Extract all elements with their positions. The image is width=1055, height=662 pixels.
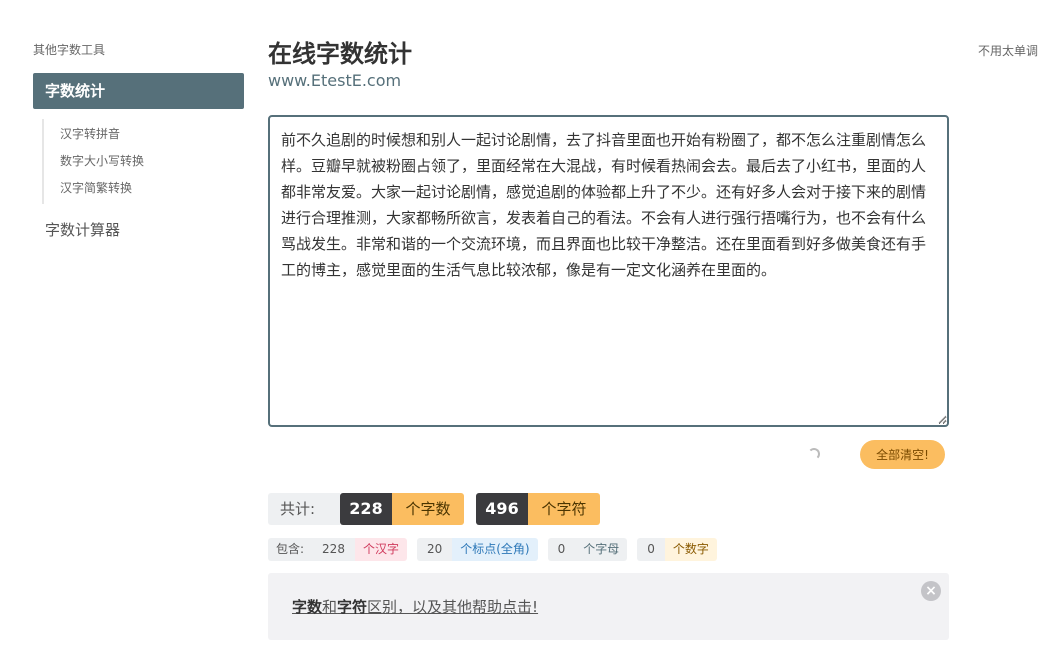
hanzi-unit: 个汉字 — [354, 538, 407, 561]
help-link[interactable]: 字数和字符区别，以及其他帮助点击! — [292, 597, 538, 617]
sidebar-item-number-case[interactable]: 数字大小写转换 — [60, 148, 244, 175]
sidebar-item-calculator[interactable]: 字数计算器 — [33, 218, 244, 242]
letter-count: 0 — [547, 538, 576, 561]
letter-unit: 个字母 — [575, 538, 628, 561]
breakdown-label: 包含: — [268, 538, 313, 561]
breakdown-row: 包含: 228 个汉字 20 个标点(全角) 0 个字母 0 个数字 — [268, 538, 717, 561]
symbol-count-value: 496 — [476, 493, 528, 525]
char-count-unit: 个字数 — [392, 493, 464, 525]
digit-count: 0 — [637, 538, 665, 561]
sidebar: 其他字数工具 字数统计 汉字转拼音 数字大小写转换 汉字简繁转换 字数计算器 — [33, 40, 244, 242]
symbol-count-unit: 个字符 — [528, 493, 600, 525]
punct-unit: 个标点(全角) — [452, 538, 538, 561]
sidebar-heading: 其他字数工具 — [33, 43, 106, 57]
close-icon[interactable]: × — [921, 581, 941, 601]
help-and: 和 — [322, 598, 338, 616]
sidebar-item-pinyin[interactable]: 汉字转拼音 — [60, 121, 244, 148]
loading-spinner-icon — [808, 448, 820, 460]
page-subtitle: www.EtestE.com — [268, 71, 402, 90]
totals-label: 共计: — [268, 493, 340, 525]
help-term-word-count: 字数 — [292, 598, 323, 616]
sidebar-submenu: 汉字转拼音 数字大小写转换 汉字简繁转换 — [42, 119, 244, 204]
help-panel: 字数和字符区别，以及其他帮助点击! × — [268, 573, 949, 640]
top-right-link[interactable]: 不用太单调 — [978, 42, 1038, 59]
sidebar-item-word-count[interactable]: 字数统计 — [33, 73, 244, 109]
page-title: 在线字数统计 — [268, 40, 412, 68]
totals-row: 共计: 228 个字数 496 个字符 — [268, 493, 600, 525]
digit-unit: 个数字 — [664, 538, 717, 561]
clear-all-button[interactable]: 全部清空! — [860, 440, 945, 469]
help-term-char-count: 字符 — [337, 598, 368, 616]
hanzi-count: 228 — [312, 538, 355, 561]
char-count-value: 228 — [340, 493, 392, 525]
resize-handle-icon[interactable] — [937, 414, 947, 424]
sidebar-item-simplified-traditional[interactable]: 汉字简繁转换 — [60, 175, 244, 202]
help-rest: 区别，以及其他帮助点击! — [367, 598, 539, 616]
text-input[interactable]: 前不久追剧的时候想和别人一起讨论剧情，去了抖音里面也开始有粉圈了，都不怎么注重剧… — [268, 115, 949, 427]
punct-count: 20 — [416, 538, 453, 561]
